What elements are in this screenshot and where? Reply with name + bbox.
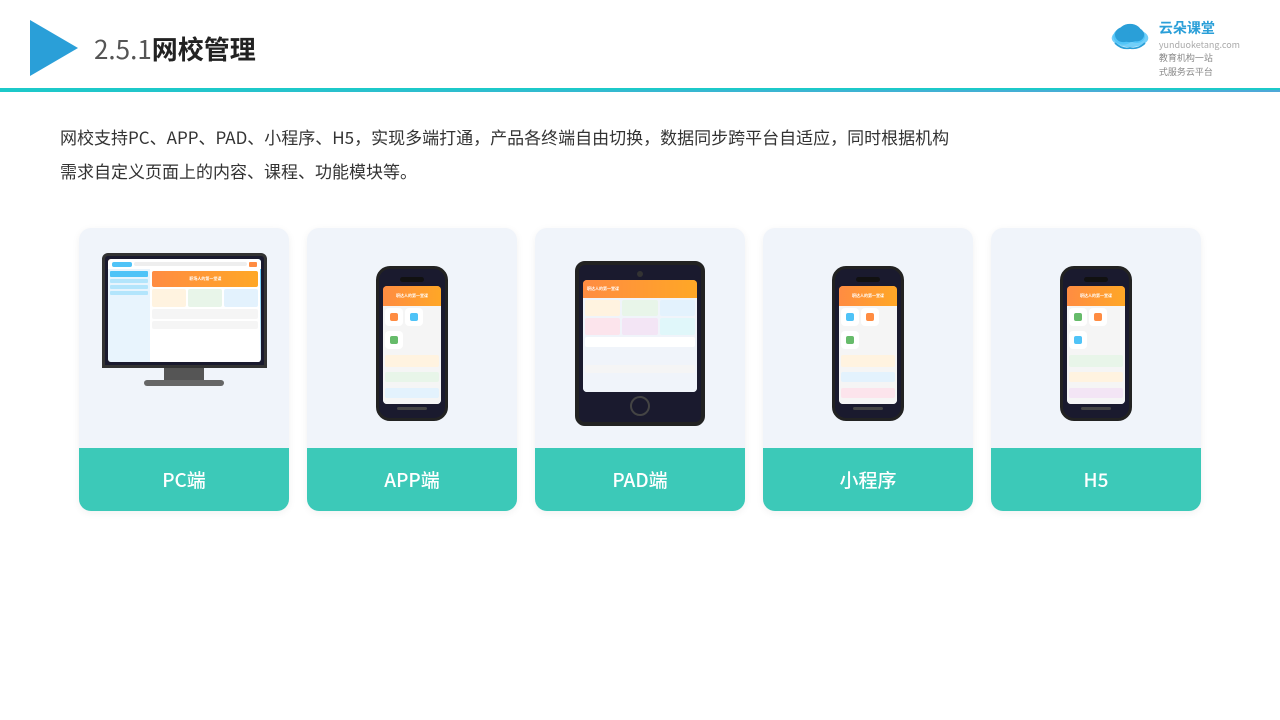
- h5-header-text: 职达人的第一堂课: [1080, 293, 1112, 299]
- brand-tagline: 教育机构一站 式服务云平台: [1159, 51, 1240, 78]
- h5-home-bar: [1081, 407, 1111, 410]
- tablet-camera: [637, 271, 643, 277]
- mobile-header-text: 职达人的第一堂课: [396, 293, 428, 299]
- brand-logo-area: 云朵课堂 yunduoketang.com 教育机构一站 式服务云平台: [1105, 18, 1240, 78]
- tablet-screen-header: 职达人的第一堂课: [583, 280, 697, 298]
- h5-screen-body: [1067, 306, 1125, 404]
- h5-image-area: 职达人的第一堂课: [991, 228, 1201, 448]
- card-app: 职达人的第一堂课 APP端: [307, 228, 517, 511]
- card-pc: 职场人的第一堂课: [79, 228, 289, 511]
- tablet-block-5: [622, 318, 657, 335]
- header: 2.5.1网校管理 云朵课堂 yunduoketang.com 教育机构一站 式…: [0, 0, 1280, 90]
- pad-image-area: 职达人的第一堂课: [535, 228, 745, 448]
- miniapp-icon-3: [841, 331, 859, 349]
- description-paragraph: 网校支持PC、APP、PAD、小程序、H5，实现多端打通，产品各终端自由切换，数…: [60, 120, 1220, 154]
- pc-stand: [164, 368, 204, 380]
- cloud-icon: [1105, 18, 1155, 53]
- tablet-home-button: [630, 396, 650, 416]
- pc-mockup: 职场人的第一堂课: [99, 253, 269, 433]
- h5-screen-header: 职达人的第一堂课: [1067, 286, 1125, 306]
- pc-image-area: 职场人的第一堂课: [79, 228, 289, 448]
- brand-name: 云朵课堂: [1159, 18, 1240, 38]
- miniapp-image-area: 职达人的第一堂课: [763, 228, 973, 448]
- miniapp-screen: 职达人的第一堂课: [839, 286, 897, 404]
- description-text: 网校支持PC、APP、PAD、小程序、H5，实现多端打通，产品各终端自由切换，数…: [0, 92, 1280, 198]
- miniapp-notch: [856, 277, 880, 282]
- card-miniapp: 职达人的第一堂课 小程序: [763, 228, 973, 511]
- tablet-screen: 职达人的第一堂课: [583, 280, 697, 392]
- tablet-block-3: [660, 300, 695, 317]
- miniapp-card-label: 小程序: [763, 448, 973, 511]
- app-card-label: APP端: [307, 448, 517, 511]
- tablet-screen-body: [583, 298, 697, 392]
- tablet-mockup: 职达人的第一堂课: [575, 261, 705, 426]
- pad-card-label: PAD端: [535, 448, 745, 511]
- logo-triangle-icon: [30, 20, 78, 76]
- tablet-block-6: [660, 318, 695, 335]
- mobile-home-bar: [397, 407, 427, 410]
- tablet-block-4: [585, 318, 620, 335]
- pc-base: [144, 380, 224, 386]
- tablet-block-1: [585, 300, 620, 317]
- h5-mobile-mockup: 职达人的第一堂课: [1060, 266, 1132, 421]
- page-title: 2.5.1网校管理: [94, 30, 256, 67]
- miniapp-mobile-mockup: 职达人的第一堂课: [832, 266, 904, 421]
- cards-container: 职场人的第一堂课: [0, 198, 1280, 531]
- pc-screen-inner: 职场人的第一堂课: [108, 259, 261, 362]
- tablet-block-2: [622, 300, 657, 317]
- miniapp-icon-1: [841, 308, 859, 326]
- mobile-screen-body: [383, 306, 441, 404]
- header-left: 2.5.1网校管理: [30, 20, 256, 76]
- pc-screen-outer: 职场人的第一堂课: [102, 253, 267, 368]
- mobile-icon-1: [385, 308, 403, 326]
- card-pad: 职达人的第一堂课 PAD端: [535, 228, 745, 511]
- mobile-icon-3: [385, 331, 403, 349]
- h5-icon-2: [1089, 308, 1107, 326]
- h5-icon-3: [1069, 331, 1087, 349]
- mobile-screen: 职达人的第一堂课: [383, 286, 441, 404]
- h5-notch: [1084, 277, 1108, 282]
- brand-text-block: 云朵课堂 yunduoketang.com 教育机构一站 式服务云平台: [1159, 18, 1240, 78]
- h5-icon-1: [1069, 308, 1087, 326]
- mobile-icon-2: [405, 308, 423, 326]
- miniapp-home-bar: [853, 407, 883, 410]
- miniapp-header-text: 职达人的第一堂课: [852, 293, 884, 299]
- app-mobile-mockup: 职达人的第一堂课: [376, 266, 448, 421]
- mobile-notch: [400, 277, 424, 282]
- mobile-screen-header: 职达人的第一堂课: [383, 286, 441, 306]
- h5-screen: 职达人的第一堂课: [1067, 286, 1125, 404]
- brand-url: yunduoketang.com: [1159, 38, 1240, 51]
- card-h5: 职达人的第一堂课 H5: [991, 228, 1201, 511]
- pc-card-label: PC端: [79, 448, 289, 511]
- page-title-main: 网校管理: [152, 30, 256, 67]
- miniapp-icon-2: [861, 308, 879, 326]
- miniapp-screen-header: 职达人的第一堂课: [839, 286, 897, 306]
- app-image-area: 职达人的第一堂课: [307, 228, 517, 448]
- description-paragraph-2: 需求自定义页面上的内容、课程、功能模块等。: [60, 154, 1220, 188]
- h5-card-label: H5: [991, 448, 1201, 511]
- miniapp-screen-body: [839, 306, 897, 404]
- page-title-prefix: 2.5.1: [94, 30, 152, 67]
